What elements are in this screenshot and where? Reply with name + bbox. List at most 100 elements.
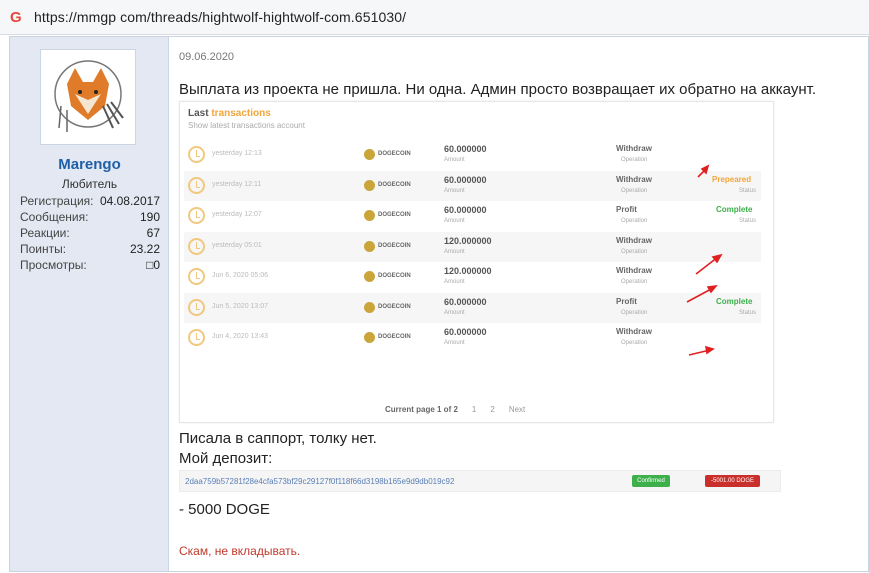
pagination: Current page 1 of 2 1 2 Next xyxy=(385,405,525,414)
stat-value: 23.22 xyxy=(129,242,160,256)
amount-label: Amount xyxy=(444,218,465,224)
stat-value: □0 xyxy=(146,258,160,272)
tx-amount: 60.000000 xyxy=(444,327,487,337)
clock-icon xyxy=(188,207,205,224)
tx-status: Prepeared xyxy=(712,175,752,184)
address-bar[interactable]: G https://mmgp com/threads/hightwolf-hig… xyxy=(0,0,869,35)
status-label: Status xyxy=(739,310,757,316)
clock-icon xyxy=(188,146,205,163)
transaction-row: yesterday 12:07 DOGECOIN 60.000000 Amount Pr… xyxy=(184,201,761,231)
coin-label: DOGECOIN xyxy=(378,304,411,310)
operation-label: Operation xyxy=(621,279,648,285)
stat-value[interactable]: 190 xyxy=(140,209,160,225)
tx-operation: Withdraw xyxy=(616,266,652,275)
doge-coin-icon xyxy=(364,210,375,221)
pager-current: Current page 1 of 2 xyxy=(385,405,458,414)
amount-label: Amount xyxy=(444,310,465,316)
stat-messages: Сообщения: 190 xyxy=(20,209,160,225)
doge-coin-icon xyxy=(364,332,375,343)
tx-time: yesterday 12:11 xyxy=(212,181,262,188)
google-g-icon: G xyxy=(10,9,22,26)
deposit-screenshot[interactable]: 2daa759b57281f28e4cfa573bf29c29127f0f118… xyxy=(179,470,781,492)
operation-label: Operation xyxy=(621,340,648,346)
confirmed-badge: Confirmed xyxy=(632,475,670,487)
operation-label: Operation xyxy=(621,310,648,316)
post-paragraph: - 5000 DOGE xyxy=(179,501,270,518)
post-paragraph: Выплата из проекта не пришла. Ни одна. А… xyxy=(179,81,817,98)
user-sidebar: Marengo Любитель Регистрация: 04.08.2017 … xyxy=(10,37,169,571)
post-date[interactable]: 09.06.2020 xyxy=(179,51,234,63)
operation-label: Operation xyxy=(621,249,648,255)
tx-amount: 120.000000 xyxy=(444,236,492,246)
stat-label: Реакции: xyxy=(20,226,70,240)
pager-next[interactable]: Next xyxy=(509,405,525,414)
url-text[interactable]: https://mmgp com/threads/hightwolf-hight… xyxy=(34,9,406,25)
stat-label: Поинты: xyxy=(20,242,67,256)
post-paragraph: Писала в саппорт, толку нет. xyxy=(179,430,377,447)
tx-time: yesterday 12:13 xyxy=(212,150,262,157)
tx-amount: 60.000000 xyxy=(444,144,487,154)
stat-value: 04.08.2017 xyxy=(99,194,160,208)
transaction-row: yesterday 05:01 DOGECOIN 120.000000 Amount W… xyxy=(184,232,761,262)
pager-page-2[interactable]: 2 xyxy=(490,405,494,414)
amount-label: Amount xyxy=(444,279,465,285)
transaction-row: yesterday 12:11 DOGECOIN 60.000000 Amount Wi… xyxy=(184,171,761,201)
stat-label: Просмотры: xyxy=(20,258,87,272)
tx-operation: Withdraw xyxy=(616,175,652,184)
tx-title-a: Last xyxy=(188,108,209,119)
clock-icon xyxy=(188,329,205,346)
tx-time: Jun 5, 2020 13:07 xyxy=(212,303,269,310)
post-paragraph: Мой депозит: xyxy=(179,450,273,467)
coin-label: DOGECOIN xyxy=(378,273,411,279)
tx-amount: 60.000000 xyxy=(444,297,487,307)
tx-time: yesterday 12:07 xyxy=(212,211,262,218)
stat-reactions: Реакции: 67 xyxy=(20,225,160,241)
transaction-row: Jun 6, 2020 05:06 DOGECOIN 120.000000 Amoun… xyxy=(184,262,761,292)
transaction-row: Jun 5, 2020 13:07 DOGECOIN 60.000000 Amount… xyxy=(184,293,761,323)
tx-time: Jun 4, 2020 13:43 xyxy=(212,333,269,340)
operation-label: Operation xyxy=(621,188,648,194)
coin-label: DOGECOIN xyxy=(378,334,411,340)
deposit-amount-badge: -5001.00 DOGE xyxy=(705,475,760,487)
tx-title: Last transactions xyxy=(188,108,271,119)
forum-post: Marengo Любитель Регистрация: 04.08.2017 … xyxy=(9,36,869,572)
coin-label: DOGECOIN xyxy=(378,243,411,249)
tx-operation: Withdraw xyxy=(616,236,652,245)
amount-label: Amount xyxy=(444,188,465,194)
tx-title-b: transactions xyxy=(211,108,271,119)
status-label: Status xyxy=(739,188,757,194)
coin-label: DOGECOIN xyxy=(378,182,411,188)
post-content: 09.06.2020 Выплата из проекта не пришла.… xyxy=(170,37,868,571)
coin-label: DOGECOIN xyxy=(378,212,411,218)
tx-status: Complete xyxy=(716,205,753,214)
amount-label: Amount xyxy=(444,249,465,255)
user-stats: Регистрация: 04.08.2017 Сообщения: 190 Реа… xyxy=(20,193,160,273)
tx-status: Complete xyxy=(716,297,753,306)
amount-label: Amount xyxy=(444,157,465,163)
username[interactable]: Marengo xyxy=(10,156,169,173)
deposit-hash: 2daa759b57281f28e4cfa573bf29c29127f0f118… xyxy=(185,477,455,486)
stat-label: Сообщения: xyxy=(20,210,89,224)
stat-points: Поинты: 23.22 xyxy=(20,241,160,257)
pager-page-1[interactable]: 1 xyxy=(472,405,476,414)
tx-operation: Withdraw xyxy=(616,327,652,336)
post-warning: Скам, не вкладывать. xyxy=(179,544,301,558)
tx-amount: 60.000000 xyxy=(444,205,487,215)
tx-amount: 120.000000 xyxy=(444,266,492,276)
doge-coin-icon xyxy=(364,302,375,313)
clock-icon xyxy=(188,238,205,255)
avatar[interactable] xyxy=(40,49,136,145)
tx-amount: 60.000000 xyxy=(444,175,487,185)
tx-time: Jun 6, 2020 05:06 xyxy=(212,272,269,279)
clock-icon xyxy=(188,299,205,316)
user-title: Любитель xyxy=(61,177,118,191)
doge-coin-icon xyxy=(364,180,375,191)
clock-icon xyxy=(188,268,205,285)
tx-operation: Profit xyxy=(616,205,637,214)
status-label: Status xyxy=(739,218,757,224)
operation-label: Operation xyxy=(621,218,648,224)
stat-registration: Регистрация: 04.08.2017 xyxy=(20,193,160,209)
transactions-screenshot[interactable]: Last transactions Show latest transactio… xyxy=(179,101,774,423)
transaction-row: yesterday 12:13 DOGECOIN 60.000000 Amount Wi… xyxy=(184,140,761,170)
fox-icon xyxy=(54,60,124,132)
